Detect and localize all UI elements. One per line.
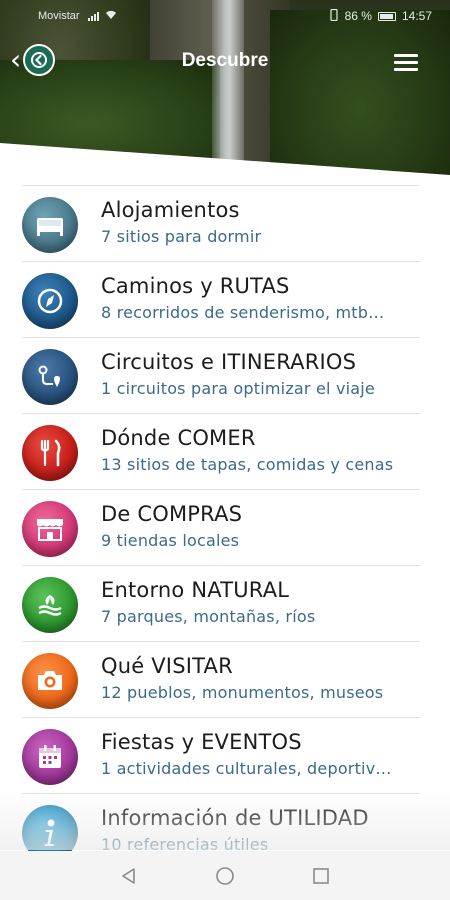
compass-icon	[22, 273, 78, 329]
nature-icon	[22, 577, 78, 633]
item-subtitle: 12 pueblos, monumentos, museos	[101, 683, 384, 702]
wifi-icon	[105, 10, 117, 23]
list-item-natural[interactable]: Entorno NATURAL 7 parques, montañas, río…	[0, 566, 450, 642]
item-subtitle: 1 actividades culturales, deportiv…	[101, 759, 392, 778]
item-title: Circuitos e ITINERARIOS	[101, 350, 357, 374]
status-bar: Movistar 86 % 14:57	[0, 0, 450, 32]
clock: 14:57	[401, 9, 432, 23]
list-item-circuitos[interactable]: Circuitos e ITINERARIOS 1 circuitos para…	[0, 338, 450, 414]
hamburger-menu-icon[interactable]	[394, 54, 418, 72]
category-list: Alojamientos 7 sitios para dormir Camino…	[0, 186, 450, 870]
route-icon	[22, 349, 78, 405]
item-title: Alojamientos	[101, 198, 240, 222]
item-subtitle: 9 tiendas locales	[101, 531, 240, 550]
item-subtitle: 13 sitios de tapas, comidas y cenas	[101, 455, 394, 474]
list-item-caminos[interactable]: Caminos y RUTAS 8 recorridos de senderis…	[0, 262, 450, 338]
system-nav-bar	[0, 851, 450, 900]
page-title: Descubre	[181, 50, 269, 71]
signal-icon	[87, 11, 99, 21]
item-title: Información de UTILIDAD	[101, 806, 369, 830]
item-title: Dónde COMER	[101, 426, 256, 450]
vibrate-icon	[329, 8, 339, 24]
app-bar: ‹ Descubre	[0, 36, 450, 88]
triangle-back-icon[interactable]	[118, 865, 140, 887]
item-subtitle: 1 circuitos para optimizar el viaje	[101, 379, 375, 398]
item-title: Caminos y RUTAS	[101, 274, 290, 298]
item-title: Qué VISITAR	[101, 654, 233, 678]
item-subtitle: 7 sitios para dormir	[101, 227, 262, 246]
battery-percent: 86 %	[344, 9, 372, 23]
calendar-icon	[22, 729, 78, 785]
item-subtitle: 8 recorridos de senderismo, mtb…	[101, 303, 385, 322]
list-item-compras[interactable]: De COMPRAS 9 tiendas locales	[0, 490, 450, 566]
list-item-visitar[interactable]: Qué VISITAR 12 pueblos, monumentos, muse…	[0, 642, 450, 718]
carrier-label: Movistar	[38, 10, 80, 22]
item-subtitle: 7 parques, montañas, ríos	[101, 607, 316, 626]
status-right: 86 % 14:57	[329, 8, 432, 24]
cutlery-icon	[22, 425, 78, 481]
circle-home-icon[interactable]	[214, 865, 236, 887]
list-item-eventos[interactable]: Fiestas y EVENTOS 1 actividades cultural…	[0, 718, 450, 794]
shop-icon	[22, 501, 78, 557]
item-title: De COMPRAS	[101, 502, 243, 526]
item-title: Entorno NATURAL	[101, 578, 290, 602]
item-title: Fiestas y EVENTOS	[101, 730, 302, 754]
list-item-comer[interactable]: Dónde COMER 13 sitios de tapas, comidas …	[0, 414, 450, 490]
list-item-alojamientos[interactable]: Alojamientos 7 sitios para dormir	[0, 186, 450, 262]
square-recents-icon[interactable]	[310, 865, 332, 887]
battery-icon	[377, 11, 396, 21]
bed-icon	[22, 197, 78, 253]
camera-icon	[22, 653, 78, 709]
